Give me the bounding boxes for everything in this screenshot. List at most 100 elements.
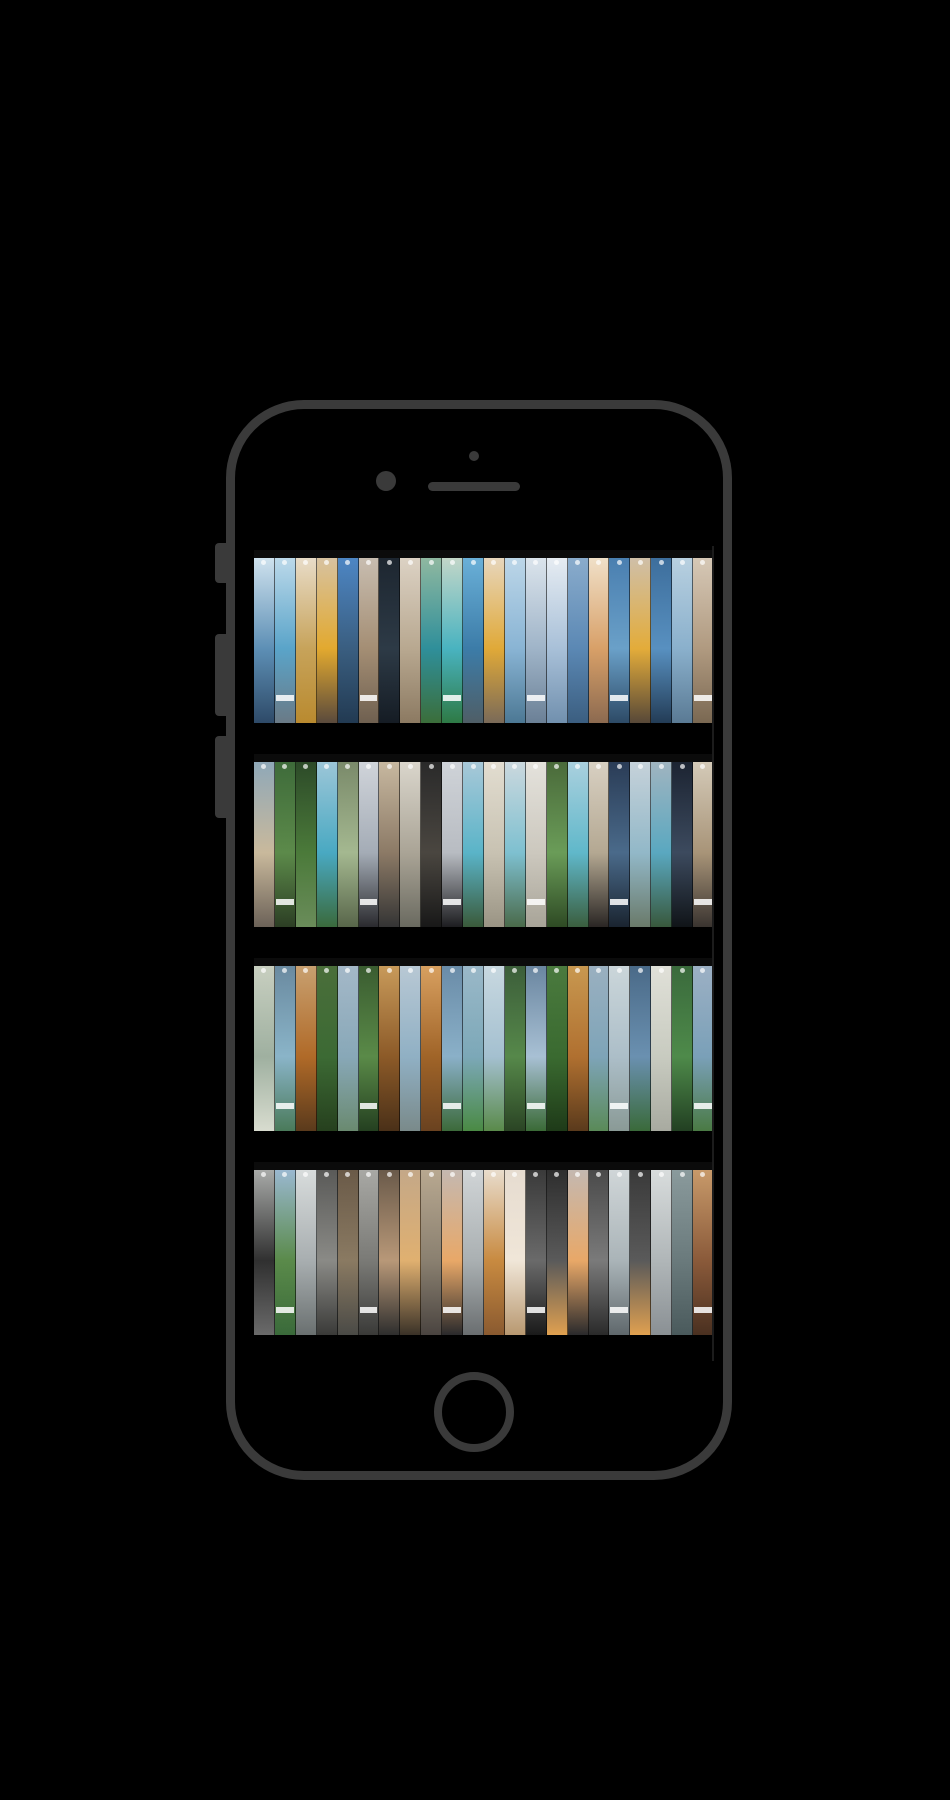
story-thumbnail-strip[interactable] — [379, 966, 401, 1131]
story-thumbnail-strip[interactable] — [274, 1170, 296, 1335]
story-thumbnail-strip[interactable] — [672, 762, 694, 927]
avatar-dot — [470, 560, 476, 565]
story-thumbnail-strip[interactable] — [316, 1170, 338, 1335]
story-thumbnail-strip[interactable] — [525, 558, 547, 723]
story-thumbnail-strip[interactable] — [421, 1170, 443, 1335]
story-thumbnail-strip[interactable] — [504, 1170, 526, 1335]
story-thumbnail-strip[interactable] — [316, 762, 338, 927]
story-strip-row-1[interactable] — [254, 550, 714, 723]
story-thumbnail-strip[interactable] — [400, 762, 422, 927]
story-thumbnail-strip[interactable] — [463, 966, 484, 1131]
story-strip-row-3[interactable] — [254, 958, 714, 1131]
story-thumbnail-strip[interactable] — [442, 762, 464, 927]
story-thumbnail-strip[interactable] — [358, 966, 380, 1131]
story-thumbnail-strip[interactable] — [672, 966, 694, 1131]
story-thumbnail-strip[interactable] — [651, 1170, 673, 1335]
sticker-tag — [443, 1103, 462, 1109]
story-thumbnail-strip[interactable] — [442, 966, 464, 1131]
story-thumbnail-strip[interactable] — [421, 966, 443, 1131]
story-thumbnail-strip[interactable] — [651, 558, 673, 723]
story-thumbnail-strip[interactable] — [316, 558, 338, 723]
story-thumbnail-strip[interactable] — [525, 762, 547, 927]
story-thumbnail-strip[interactable] — [630, 1170, 652, 1335]
story-thumbnail-strip[interactable] — [672, 1170, 694, 1335]
story-thumbnail-strip[interactable] — [379, 558, 401, 723]
story-thumbnail-strip[interactable] — [609, 966, 631, 1131]
story-thumbnail-strip[interactable] — [274, 762, 296, 927]
story-thumbnail-strip[interactable] — [358, 558, 380, 723]
story-thumbnail-strip[interactable] — [630, 762, 652, 927]
avatar-dot — [533, 1172, 539, 1177]
story-thumbnail-strip[interactable] — [693, 966, 714, 1131]
story-thumbnail-strip[interactable] — [254, 966, 275, 1131]
sticker-tag — [694, 1103, 712, 1109]
story-thumbnail-strip[interactable] — [358, 762, 380, 927]
story-thumbnail-strip[interactable] — [274, 966, 296, 1131]
story-thumbnail-strip[interactable] — [525, 966, 547, 1131]
story-thumbnail-strip[interactable] — [588, 762, 610, 927]
story-thumbnail-strip[interactable] — [421, 558, 443, 723]
story-thumbnail-strip[interactable] — [630, 966, 652, 1131]
phone-screen — [254, 546, 714, 1361]
story-thumbnail-strip[interactable] — [546, 966, 568, 1131]
story-thumbnail-strip[interactable] — [588, 1170, 610, 1335]
story-thumbnail-strip[interactable] — [254, 558, 275, 723]
story-thumbnail-strip[interactable] — [421, 762, 443, 927]
story-strip-row-2[interactable] — [254, 754, 714, 927]
story-thumbnail-strip[interactable] — [254, 762, 275, 927]
story-thumbnail-strip[interactable] — [483, 966, 505, 1131]
story-thumbnail-strip[interactable] — [651, 762, 673, 927]
story-thumbnail-strip[interactable] — [546, 1170, 568, 1335]
story-thumbnail-strip[interactable] — [567, 558, 589, 723]
story-thumbnail-strip[interactable] — [546, 762, 568, 927]
story-thumbnail-strip[interactable] — [358, 1170, 380, 1335]
story-thumbnail-strip[interactable] — [504, 762, 526, 927]
story-thumbnail-strip[interactable] — [567, 1170, 589, 1335]
story-thumbnail-strip[interactable] — [483, 762, 505, 927]
story-thumbnail-strip[interactable] — [337, 1170, 359, 1335]
story-thumbnail-strip[interactable] — [588, 966, 610, 1131]
story-thumbnail-strip[interactable] — [693, 558, 714, 723]
story-thumbnail-strip[interactable] — [463, 558, 484, 723]
story-thumbnail-strip[interactable] — [379, 762, 401, 927]
story-thumbnail-strip[interactable] — [337, 966, 359, 1131]
story-thumbnail-strip[interactable] — [295, 1170, 317, 1335]
story-thumbnail-strip[interactable] — [463, 1170, 484, 1335]
story-thumbnail-strip[interactable] — [567, 762, 589, 927]
story-thumbnail-strip[interactable] — [504, 558, 526, 723]
story-thumbnail-strip[interactable] — [316, 966, 338, 1131]
story-thumbnail-strip[interactable] — [651, 966, 673, 1131]
story-thumbnail-strip[interactable] — [483, 1170, 505, 1335]
story-thumbnail-strip[interactable] — [295, 762, 317, 927]
story-thumbnail-strip[interactable] — [337, 762, 359, 927]
avatar-dot — [345, 968, 351, 973]
story-thumbnail-strip[interactable] — [463, 762, 484, 927]
story-thumbnail-strip[interactable] — [567, 966, 589, 1131]
story-thumbnail-strip[interactable] — [525, 1170, 547, 1335]
story-thumbnail-strip[interactable] — [546, 558, 568, 723]
story-thumbnail-strip[interactable] — [295, 558, 317, 723]
story-thumbnail-strip[interactable] — [400, 558, 422, 723]
story-thumbnail-strip[interactable] — [274, 558, 296, 723]
story-thumbnail-strip[interactable] — [630, 558, 652, 723]
story-thumbnail-strip[interactable] — [672, 558, 694, 723]
story-thumbnail-strip[interactable] — [693, 1170, 714, 1335]
story-thumbnail-strip[interactable] — [295, 966, 317, 1131]
story-thumbnail-strip[interactable] — [609, 558, 631, 723]
story-thumbnail-strip[interactable] — [442, 558, 464, 723]
story-thumbnail-strip[interactable] — [693, 762, 714, 927]
story-thumbnail-strip[interactable] — [442, 1170, 464, 1335]
story-thumbnail-strip[interactable] — [379, 1170, 401, 1335]
story-strip-row-4[interactable] — [254, 1162, 714, 1335]
story-thumbnail-strip[interactable] — [609, 1170, 631, 1335]
story-thumbnail-strip[interactable] — [483, 558, 505, 723]
story-thumbnail-strip[interactable] — [504, 966, 526, 1131]
avatar-dot — [575, 968, 581, 973]
home-button[interactable] — [434, 1372, 514, 1452]
story-thumbnail-strip[interactable] — [254, 1170, 275, 1335]
story-thumbnail-strip[interactable] — [400, 966, 422, 1131]
story-thumbnail-strip[interactable] — [609, 762, 631, 927]
story-thumbnail-strip[interactable] — [588, 558, 610, 723]
story-thumbnail-strip[interactable] — [337, 558, 359, 723]
story-thumbnail-strip[interactable] — [400, 1170, 422, 1335]
